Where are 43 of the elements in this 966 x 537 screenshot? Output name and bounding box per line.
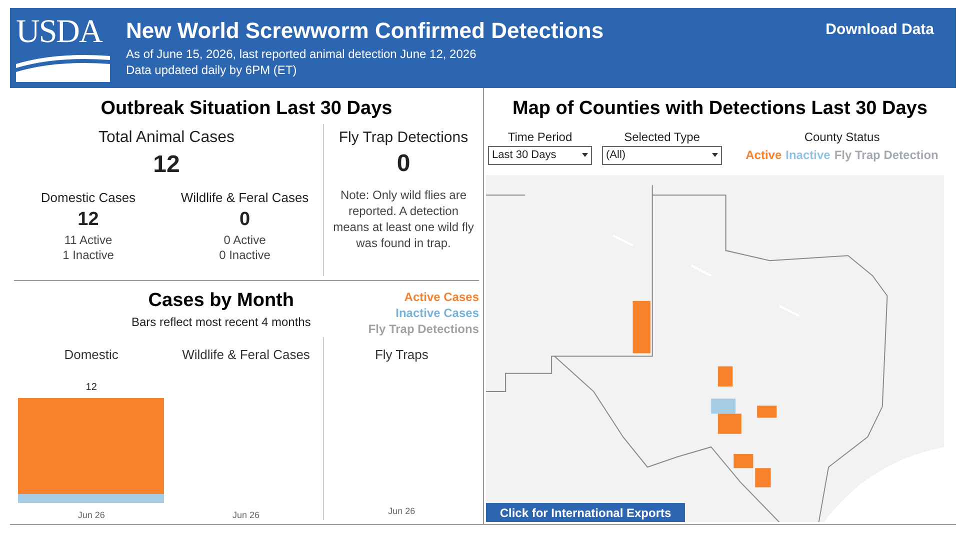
stat-value: 0: [396, 149, 410, 179]
dropdown-caret-icon: [712, 153, 718, 157]
download-data-link[interactable]: Download Data: [826, 19, 934, 42]
dashboard-title: New World Screwworm Confirmed Detections: [126, 17, 605, 45]
legend-label: Active: [746, 146, 782, 164]
legend-title: County Status: [804, 128, 880, 146]
chart-title: Domestic: [64, 346, 118, 364]
stat-detail: 0 Active: [224, 233, 266, 248]
dashboard-subtitle: As of June 15, 2026, last reported animal detection June 12, 2026: [126, 46, 478, 62]
filter-dropdown[interactable]: (All): [602, 146, 722, 164]
international-exports-button[interactable]: Click for International Exports: [486, 503, 685, 522]
stat-label: Wildlife & Feral Cases: [180, 188, 309, 206]
section-title: Cases by Month: [148, 289, 294, 313]
stat-label: Domestic Cases: [40, 188, 136, 206]
chart-title: Fly Traps: [374, 346, 428, 364]
stat-value: 0: [239, 208, 250, 232]
legend-label: Fly Trap Detections: [368, 321, 479, 337]
dropdown-caret-icon: [582, 153, 588, 157]
legend-label: Inactive: [786, 146, 830, 164]
stat-detail: 0 Inactive: [219, 248, 270, 263]
filter-dropdown[interactable]: Last 30 Days: [488, 146, 592, 164]
legend-label: Inactive Cases: [396, 305, 479, 321]
chart-title: Wildlife & Feral Cases: [182, 346, 310, 364]
section-title: Outbreak Situation Last 30 Days: [100, 97, 394, 121]
note-text: Note: Only wild flies are reported. A detection means at least one wild fly was found in trap.: [332, 187, 475, 251]
month-label: Jun 26: [388, 504, 416, 518]
stat-label: Fly Trap Detections: [338, 128, 468, 148]
filter-label: Selected Type: [624, 128, 700, 146]
stat-detail: 1 Inactive: [62, 248, 114, 263]
month-label: Jun 26: [232, 508, 260, 522]
filter-label: Time Period: [508, 128, 572, 146]
section-subtitle: Bars reflect most recent 4 months: [131, 314, 311, 331]
stat-value: 12: [153, 150, 180, 180]
stat-label: Total Animal Cases: [98, 128, 235, 148]
month-label: Jun 26: [78, 508, 105, 522]
section-title: Map of Counties with Detections Last 30 Days: [512, 97, 928, 121]
dashboard-subtitle: Data updated daily by 6PM (ET): [126, 62, 298, 78]
stat-value: 12: [78, 208, 99, 232]
legend-label: Fly Trap Detection: [834, 146, 938, 164]
bar-value-label: 12: [86, 380, 97, 394]
logo-text: USDA: [16, 14, 104, 50]
legend-label: Active Cases: [404, 289, 479, 305]
stat-detail: 11 Active: [64, 233, 112, 248]
